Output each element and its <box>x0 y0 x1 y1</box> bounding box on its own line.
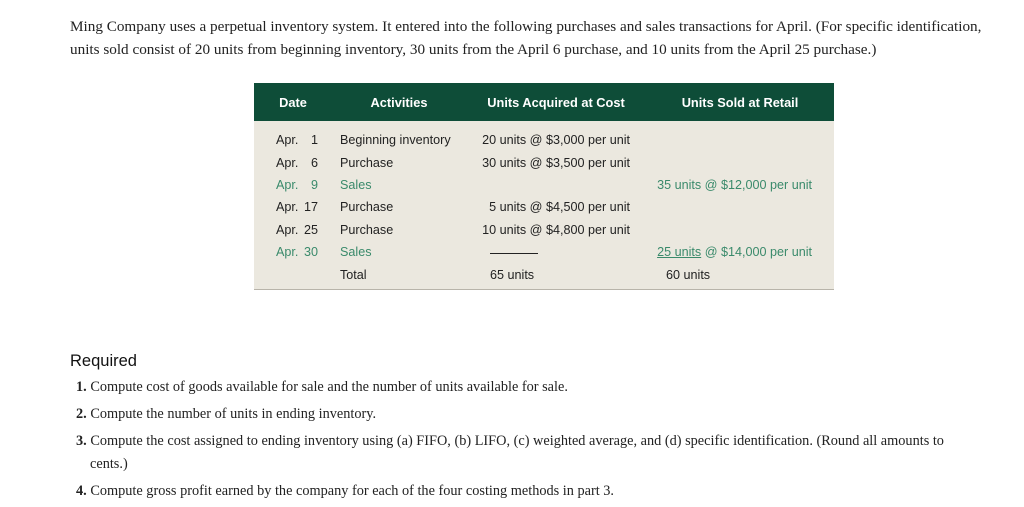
sold-cell <box>646 151 834 173</box>
activity-cell: Sales <box>340 245 372 260</box>
list-item: 2. Compute the number of units in ending… <box>76 403 1016 426</box>
item-number: 4. <box>76 483 87 499</box>
table-row: Apr. 1 Beginning inventory 20 units @ $3,… <box>254 121 834 151</box>
date-day: 17 <box>304 200 319 215</box>
total-sold: 60 units <box>666 267 711 282</box>
acquired-cell <box>466 241 646 263</box>
table-row: Apr. 9 Sales 35 units @ $12,000 per unit <box>254 174 834 196</box>
sold-cell <box>646 219 834 241</box>
table-row: Apr. 30 Sales 25 units @ $14,000 per unit <box>254 241 834 263</box>
sold-units-underlined: 25 units <box>657 245 702 260</box>
required-list: 1. Compute cost of goods available for s… <box>76 376 1016 507</box>
header-activities: Activities <box>332 83 466 121</box>
table-row: Apr. 17 Purchase 5 units @ $4,500 per uni… <box>254 196 834 218</box>
table-row: Apr. 25 Purchase 10 units @ $4,800 per un… <box>254 219 834 241</box>
date-day: 9 <box>310 177 318 192</box>
date-day: 25 <box>304 222 319 237</box>
activity-cell: Beginning inventory <box>340 133 451 148</box>
date-month: Apr. <box>276 200 299 215</box>
acquired-cell <box>466 174 646 196</box>
date-cell: Apr. 9 <box>254 174 332 196</box>
date-cell: Apr. 1 <box>254 121 332 151</box>
activity-cell: Purchase <box>340 200 394 215</box>
sold-cell <box>646 196 834 218</box>
transactions-table: Date Activities Units Acquired at Cost U… <box>254 83 834 290</box>
item-text: Compute the number of units in ending in… <box>90 406 377 422</box>
list-item: 1. Compute cost of goods available for s… <box>76 376 1016 399</box>
item-text: Compute gross profit earned by the compa… <box>90 483 614 499</box>
list-item: 3. Compute the cost assigned to ending i… <box>76 430 1016 476</box>
total-row: Total 65 units 60 units <box>254 263 834 289</box>
header-date: Date <box>254 83 332 121</box>
activity-cell: Purchase <box>340 222 394 237</box>
header-units-acquired: Units Acquired at Cost <box>466 83 646 121</box>
problem-intro: Ming Company uses a perpetual inventory … <box>70 18 982 58</box>
acquired-cell: 5 units @ $4,500 per unit <box>489 200 630 215</box>
list-item: 4. Compute gross profit earned by the co… <box>76 480 1016 503</box>
item-number: 1. <box>76 379 87 395</box>
date-day: 6 <box>310 155 318 170</box>
sold-cell: 25 units @ $14,000 per unit <box>646 241 834 263</box>
date-day: 30 <box>304 245 319 260</box>
sold-cell <box>646 121 834 151</box>
date-month: Apr. <box>276 177 299 192</box>
date-cell: Apr. 25 <box>254 219 332 241</box>
date-month: Apr. <box>276 133 299 148</box>
acquired-cell: 10 units @ $4,800 per unit <box>482 222 630 237</box>
item-text-continued: cents.) <box>90 456 128 472</box>
empty-cell <box>254 263 332 289</box>
table-row: Apr. 6 Purchase 30 units @ $3,500 per uni… <box>254 151 834 173</box>
date-month: Apr. <box>276 245 299 260</box>
item-number: 2. <box>76 406 87 422</box>
sold-price: @ $14,000 per unit <box>704 245 812 260</box>
total-label: Total <box>340 267 367 282</box>
activity-cell: Purchase <box>340 155 394 170</box>
date-cell: Apr. 6 <box>254 151 332 173</box>
acquired-cell: 20 units @ $3,000 per unit <box>482 133 630 148</box>
acquired-cell: 30 units @ $3,500 per unit <box>482 155 630 170</box>
total-acquired: 65 units <box>490 267 535 282</box>
date-day: 1 <box>310 133 318 148</box>
total-rule <box>490 252 538 254</box>
required-heading: Required <box>70 352 137 370</box>
item-text: Compute the cost assigned to ending inve… <box>90 433 944 449</box>
sold-cell: 35 units @ $12,000 per unit <box>657 177 812 192</box>
date-cell: Apr. 30 <box>254 241 332 263</box>
table-header-row: Date Activities Units Acquired at Cost U… <box>254 83 834 121</box>
date-month: Apr. <box>276 222 299 237</box>
item-number: 3. <box>76 433 87 449</box>
activity-cell: Sales <box>340 177 372 192</box>
header-units-sold: Units Sold at Retail <box>646 83 834 121</box>
item-text: Compute cost of goods available for sale… <box>90 379 568 395</box>
date-cell: Apr. 17 <box>254 196 332 218</box>
date-month: Apr. <box>276 155 299 170</box>
